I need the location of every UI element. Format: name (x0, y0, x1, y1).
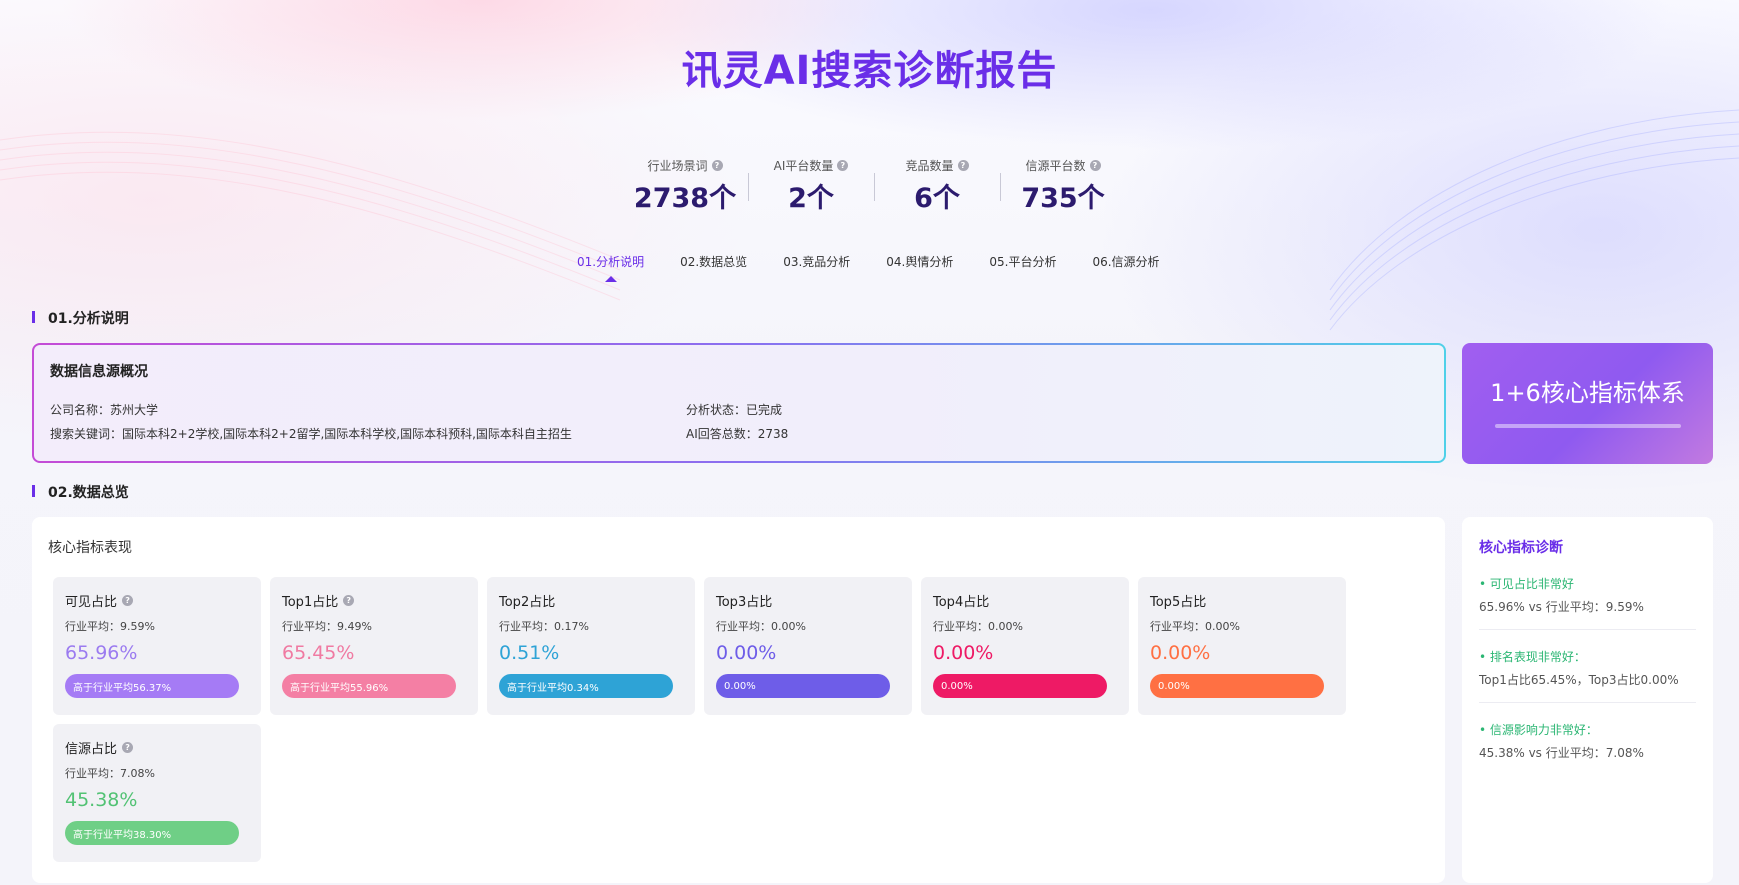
metric-compare-badge: 0.00% (1150, 674, 1324, 698)
help-icon[interactable]: ? (1089, 160, 1101, 171)
core-indicator-bar (1494, 424, 1681, 428)
stat-label: 行业场景词 (647, 159, 708, 173)
tab-competitor-analysis[interactable]: 03.竞品分析 (783, 253, 850, 270)
data-source-overview: 数据信息源概况 公司名称：苏州大学 搜索关键词：国际本科2+2学校,国际本科2+… (32, 343, 1446, 463)
diagnosis-item: • 排名表现非常好： Top1占比65.45%，Top3占比0.00% (1479, 648, 1696, 703)
core-diagnosis-panel: 核心指标诊断 • 可见占比非常好 65.96% vs 行业平均：9.59% • … (1462, 517, 1713, 883)
metric-industry-avg: 行业平均：0.00% (933, 620, 1023, 633)
metric-industry-avg: 行业平均：9.49% (282, 620, 372, 633)
metric-card-top2: Top2占比 行业平均：0.17% 0.51% 高于行业平均0.34% (487, 577, 695, 715)
help-icon[interactable]: ? (837, 160, 849, 171)
metric-label: Top1占比 (282, 595, 339, 610)
stat-ai-platforms: AI平台数量? 2个 (748, 155, 874, 215)
tab-data-overview[interactable]: 02.数据总览 (680, 253, 747, 270)
metric-compare-badge: 0.00% (933, 674, 1107, 698)
analysis-status: 分析状态：已完成 (686, 403, 783, 417)
info-title: 数据信息源概况 (50, 364, 148, 380)
metric-value: 45.38% (65, 789, 138, 811)
metric-compare-badge: 高于行业平均56.37% (65, 674, 239, 698)
help-icon[interactable]: ? (957, 160, 969, 171)
metric-card-source: 信源占比? 行业平均：7.08% 45.38% 高于行业平均38.30% (53, 724, 261, 862)
metric-value: 65.45% (282, 642, 355, 664)
stat-source-platforms: 信源平台数? 735个 (1000, 155, 1126, 215)
stat-label: AI平台数量 (773, 159, 834, 173)
tab-platform-analysis[interactable]: 05.平台分析 (989, 253, 1056, 270)
metric-compare-badge: 高于行业平均0.34% (499, 674, 673, 698)
diagnosis-title: 核心指标诊断 (1479, 540, 1563, 556)
metric-label: Top4占比 (933, 595, 990, 610)
metric-card-top1: Top1占比? 行业平均：9.49% 65.45% 高于行业平均55.96% (270, 577, 478, 715)
metric-card-top4: Top4占比 行业平均：0.00% 0.00% 0.00% (921, 577, 1129, 715)
tab-sentiment-analysis[interactable]: 04.舆情分析 (886, 253, 953, 270)
core-indicator-card[interactable]: 1+6核心指标体系 (1462, 343, 1713, 464)
stat-competitors: 竞品数量? 6个 (874, 155, 1000, 215)
metric-card-visible: 可见占比? 行业平均：9.59% 65.96% 高于行业平均56.37% (53, 577, 261, 715)
stat-label: 竞品数量 (905, 159, 954, 173)
search-keywords: 搜索关键词：国际本科2+2学校,国际本科2+2留学,国际本科学校,国际本科预科,… (50, 427, 572, 441)
stat-value: 6个 (914, 183, 960, 214)
metric-label: Top3占比 (716, 595, 773, 610)
metric-label: Top5占比 (1150, 595, 1207, 610)
diagnosis-headline: • 排名表现非常好： (1479, 650, 1586, 664)
metric-industry-avg: 行业平均：0.00% (1150, 620, 1240, 633)
core-metrics-panel: 核心指标表现 可见占比? 行业平均：9.59% 65.96% 高于行业平均56.… (32, 517, 1445, 883)
tab-source-analysis[interactable]: 06.信源分析 (1092, 253, 1159, 270)
help-icon[interactable]: ? (711, 160, 723, 171)
stat-scenario-words: 行业场景词? 2738个 (622, 155, 748, 215)
metric-compare-badge: 高于行业平均38.30% (65, 821, 239, 845)
metric-value: 0.00% (933, 642, 994, 664)
metric-value: 0.51% (499, 642, 560, 664)
metric-card-top3: Top3占比 行业平均：0.00% 0.00% 0.00% (704, 577, 912, 715)
stat-value: 2个 (788, 183, 834, 214)
core-indicator-label: 1+6核心指标体系 (1490, 379, 1685, 407)
help-icon[interactable]: ? (122, 742, 134, 753)
section-title-analysis: 01.分析说明 (32, 308, 129, 328)
page-title: 讯灵AI搜索诊断报告 (681, 48, 1058, 94)
diagnosis-item: • 信源影响力非常好： 45.38% vs 行业平均：7.08% (1479, 721, 1696, 775)
company-name: 公司名称：苏州大学 (50, 403, 159, 417)
metric-industry-avg: 行业平均：9.59% (65, 620, 155, 633)
diagnosis-detail: 45.38% vs 行业平均：7.08% (1479, 746, 1644, 760)
metric-industry-avg: 行业平均：7.08% (65, 767, 155, 780)
diagnosis-detail: 65.96% vs 行业平均：9.59% (1479, 600, 1644, 614)
metric-industry-avg: 行业平均：0.00% (716, 620, 806, 633)
metric-compare-badge: 高于行业平均55.96% (282, 674, 456, 698)
stat-value: 2738个 (633, 183, 737, 214)
core-metrics-title: 核心指标表现 (48, 540, 132, 556)
metric-value: 65.96% (65, 642, 138, 664)
stat-label: 信源平台数 (1025, 159, 1086, 173)
section-tabs: 01.分析说明 02.数据总览 03.竞品分析 04.舆情分析 05.平台分析 … (577, 253, 1196, 270)
diagnosis-detail: Top1占比65.45%，Top3占比0.00% (1479, 673, 1679, 687)
section-title-overview: 02.数据总览 (32, 482, 129, 502)
diagnosis-headline: • 可见占比非常好 (1479, 577, 1574, 591)
metric-label: 可见占比 (65, 595, 118, 610)
diagnosis-item: • 可见占比非常好 65.96% vs 行业平均：9.59% (1479, 575, 1696, 630)
metric-label: 信源占比 (65, 742, 118, 757)
ai-answer-total: AI回答总数：2738 (686, 427, 789, 441)
metric-industry-avg: 行业平均：0.17% (499, 620, 589, 633)
metric-card-top5: Top5占比 行业平均：0.00% 0.00% 0.00% (1138, 577, 1346, 715)
help-icon[interactable]: ? (343, 595, 355, 606)
tab-analysis-notes[interactable]: 01.分析说明 (577, 253, 644, 270)
metric-compare-badge: 0.00% (716, 674, 890, 698)
metric-value: 0.00% (716, 642, 777, 664)
stat-value: 735个 (1021, 183, 1105, 214)
help-icon[interactable]: ? (122, 595, 134, 606)
metric-label: Top2占比 (499, 595, 556, 610)
metric-value: 0.00% (1150, 642, 1211, 664)
diagnosis-headline: • 信源影响力非常好： (1479, 723, 1598, 737)
summary-stats: 行业场景词? 2738个 AI平台数量? 2个 竞品数量? 6个 信源平台数? … (622, 155, 1126, 215)
